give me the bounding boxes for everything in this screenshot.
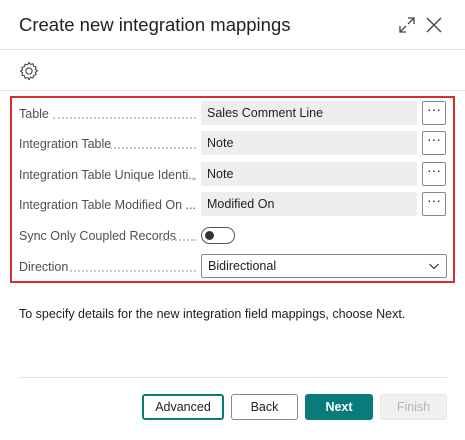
integration-table-unique-id-field[interactable]: Note	[201, 162, 417, 186]
integration-table-lookup-button[interactable]: ···	[422, 131, 446, 155]
leader-dots	[110, 147, 196, 149]
leader-dots	[70, 270, 196, 272]
toolbar-divider	[0, 90, 465, 91]
next-button[interactable]: Next	[305, 394, 373, 420]
create-integration-mappings-dialog: Create new integration mappings Table Sa…	[0, 0, 465, 440]
leader-dots	[160, 239, 196, 241]
integration-table-unique-id-lookup-button[interactable]: ···	[422, 162, 446, 186]
gear-icon[interactable]	[18, 60, 40, 82]
header-divider	[0, 49, 465, 50]
back-button[interactable]: Back	[231, 394, 298, 420]
toggle-knob	[205, 231, 214, 240]
leader-dots	[53, 117, 196, 119]
direction-value: Bidirectional	[208, 259, 277, 273]
leader-dots	[192, 178, 196, 180]
advanced-button[interactable]: Advanced	[142, 394, 224, 420]
table-label: Table	[19, 107, 49, 121]
sync-only-coupled-toggle[interactable]	[201, 227, 235, 244]
integration-table-modified-on-lookup-button[interactable]: ···	[422, 192, 446, 216]
close-icon[interactable]	[424, 15, 444, 35]
integration-table-field[interactable]: Note	[201, 131, 417, 155]
footer-divider	[19, 377, 447, 378]
integration-table-label: Integration Table	[19, 137, 112, 151]
sync-only-coupled-label: Sync Only Coupled Records	[19, 229, 177, 243]
expand-icon[interactable]	[397, 15, 417, 35]
direction-label: Direction	[19, 260, 69, 274]
integration-table-modified-on-label: Integration Table Modified On ...	[19, 198, 196, 212]
table-field[interactable]: Sales Comment Line	[201, 101, 417, 125]
instruction-text: To specify details for the new integrati…	[19, 307, 406, 321]
direction-select[interactable]: Bidirectional	[201, 254, 447, 278]
integration-table-modified-on-field[interactable]: Modified On	[201, 192, 417, 216]
chevron-down-icon	[429, 263, 439, 270]
finish-button[interactable]: Finish	[380, 394, 447, 420]
integration-table-unique-id-label: Integration Table Unique Identi...	[19, 168, 195, 182]
dialog-title: Create new integration mappings	[19, 14, 291, 35]
table-lookup-button[interactable]: ···	[422, 101, 446, 125]
